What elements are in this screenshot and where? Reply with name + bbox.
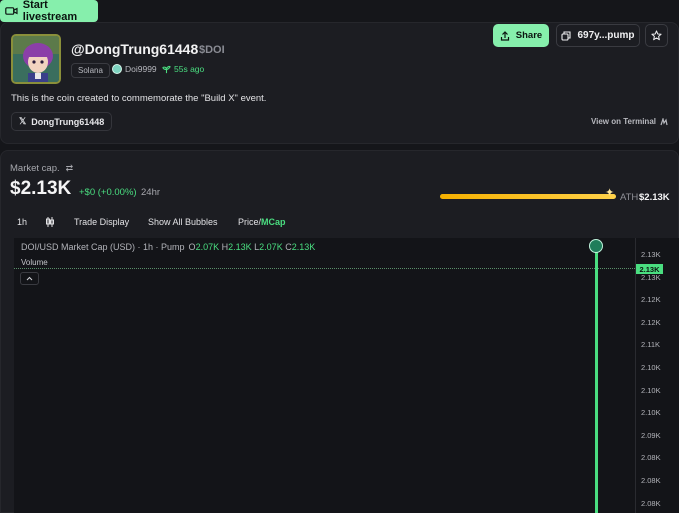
chevron-up-icon: [26, 276, 33, 281]
coin-handle: @DongTrung61448: [71, 41, 199, 57]
show-bubbles-toggle[interactable]: Show All Bubbles: [148, 217, 218, 227]
creator-avatar-icon: [112, 64, 122, 74]
sparkle-icon: ✦: [605, 187, 615, 199]
favorite-button[interactable]: [645, 24, 668, 47]
swap-arrows-icon[interactable]: ⇄: [66, 163, 74, 174]
ath-progress-bar: [440, 194, 616, 199]
collapse-volume-button[interactable]: [20, 272, 39, 285]
chart-legend: DOI/USD Market Cap (USD) · 1h · Pump O2.…: [21, 242, 315, 252]
trade-display-toggle[interactable]: Trade Display: [74, 217, 129, 227]
price-option[interactable]: Price: [238, 217, 259, 227]
current-price-tag: 2.13K: [636, 264, 663, 274]
contract-address-text: 697y...pump: [577, 30, 635, 41]
creator-link[interactable]: Doi9999: [112, 64, 157, 74]
market-cap-value: $2.13K: [10, 178, 72, 199]
ath-label: ATH: [620, 192, 639, 203]
chart-plot-area[interactable]: [14, 238, 635, 513]
ohlc-open: 2.07K: [195, 242, 220, 252]
copy-contract-button[interactable]: 697y...pump: [556, 24, 640, 47]
ohlc-close: 2.13K: [291, 242, 316, 252]
chain-badge: Solana: [71, 63, 110, 78]
mcap-option[interactable]: MCap: [261, 217, 286, 227]
y-tick-label: 2.08K: [641, 476, 661, 485]
market-cap-change: +$0 (+0.00%): [79, 187, 137, 198]
ohlc-open-key: O: [188, 242, 196, 252]
y-tick-label: 2.09K: [641, 430, 661, 440]
y-tick-label: 2.08K: [641, 498, 661, 508]
y-tick-label: 2.11K: [641, 340, 661, 350]
candlestick-icon[interactable]: [45, 216, 55, 230]
terminal-logo-icon: [660, 117, 668, 125]
y-tick-label: 2.08K: [641, 453, 661, 463]
legend-title: DOI/USD Market Cap (USD) · 1h · Pump: [21, 242, 185, 252]
y-tick-label: 2.10K: [641, 385, 661, 395]
coin-age-text: 55s ago: [174, 64, 205, 74]
trade-bubble-icon[interactable]: [589, 239, 603, 253]
ohlc-high: 2.13K: [228, 242, 252, 252]
price-candle[interactable]: [595, 246, 598, 513]
start-livestream-label: Start livestream: [22, 0, 78, 23]
sprout-icon: [162, 65, 171, 73]
y-tick-label: 2.12K: [641, 317, 661, 327]
market-cap-label-text: Market cap.: [10, 163, 60, 174]
y-tick-label: 2.12K: [641, 295, 661, 305]
coin-ticker: $DOI: [199, 44, 225, 56]
view-on-terminal-text: View on Terminal: [590, 117, 656, 126]
coin-avatar: [11, 34, 61, 84]
ath-value: $2.13K: [639, 192, 670, 203]
price-axis[interactable]: 2.13K 2.13K 2.12K 2.12K 2.11K 2.10K 2.10K 2.10K…: [635, 238, 679, 513]
start-livestream-button[interactable]: Start livestream: [0, 0, 98, 23]
y-tick-label: 2.10K: [641, 363, 661, 372]
x-profile-link[interactable]: 𝕏 DongTrung61448: [11, 112, 113, 131]
market-cap-label: Market cap. ⇄: [10, 163, 73, 174]
x-handle-text: DongTrung61448: [31, 116, 105, 127]
coin-age: 55s ago: [162, 64, 204, 74]
volume-label: Volume: [21, 258, 48, 267]
y-tick-label: 2.13K: [641, 250, 661, 259]
copy-icon: [561, 30, 572, 41]
video-camera-icon: [5, 7, 18, 15]
y-tick-label: 2.10K: [641, 408, 661, 418]
view-on-terminal-link[interactable]: View on Terminal: [591, 117, 668, 126]
coin-description: This is the coin created to commemorate …: [11, 93, 267, 104]
share-icon: [500, 30, 509, 41]
x-logo-icon: 𝕏: [19, 116, 27, 126]
interval-selector[interactable]: 1h: [17, 217, 27, 227]
market-cap-period: 24hr: [141, 187, 161, 198]
share-button[interactable]: Share: [493, 24, 549, 47]
creator-name: Doi9999: [125, 64, 157, 74]
current-price-line: [14, 268, 635, 269]
star-icon: [651, 30, 662, 41]
chart-toolbar: 1h Trade Display Show All Bubbles Price/…: [0, 211, 679, 236]
share-label: Share: [515, 30, 543, 41]
ohlc-low: 2.07K: [259, 242, 283, 252]
price-mcap-toggle[interactable]: Price/MCap: [238, 217, 286, 227]
